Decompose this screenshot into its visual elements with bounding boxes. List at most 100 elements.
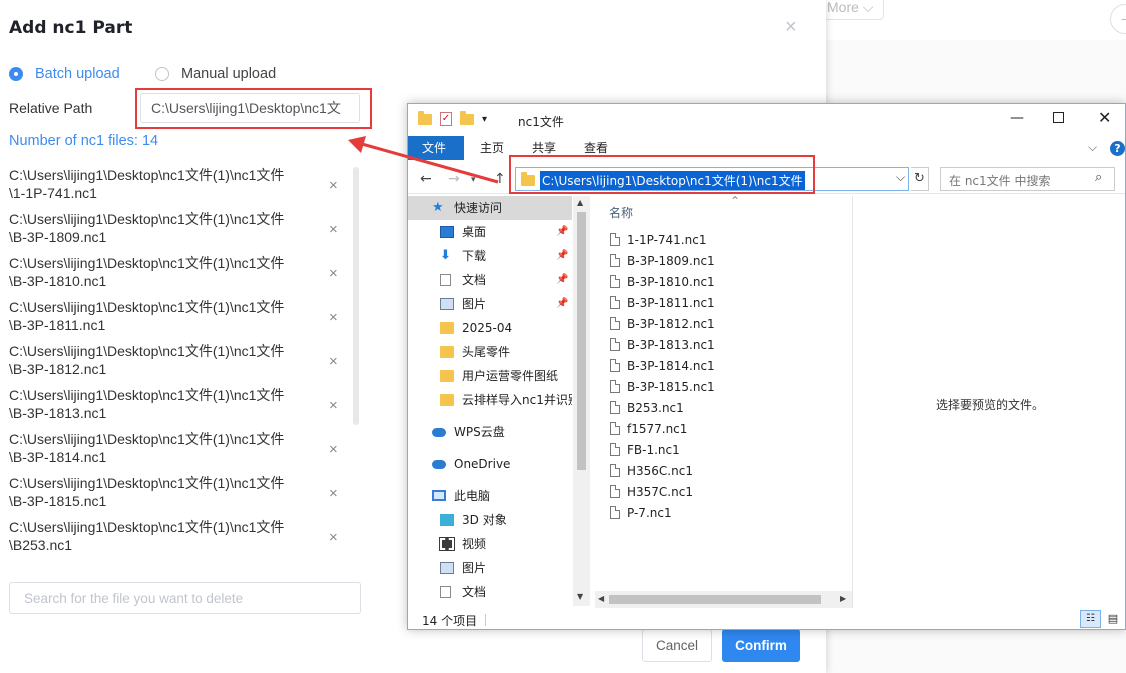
- tab-file[interactable]: 文件: [408, 136, 464, 160]
- remove-file-icon[interactable]: ×: [329, 353, 338, 371]
- nav-item[interactable]: 图片: [408, 556, 572, 580]
- scroll-left-arrow-icon[interactable]: ◀: [598, 594, 604, 603]
- navigation-pane-scrollbar[interactable]: ▲ ▼: [573, 196, 590, 606]
- remove-file-icon[interactable]: ×: [329, 441, 338, 459]
- file-path-line: \1-1P-741.nc1: [9, 185, 97, 201]
- pin-icon[interactable]: 📌: [556, 220, 568, 244]
- remove-file-icon[interactable]: ×: [329, 529, 338, 547]
- maximize-button[interactable]: [1053, 112, 1064, 123]
- radio-indicator: [9, 67, 23, 81]
- pin-icon[interactable]: 📌: [556, 244, 568, 268]
- nav-item[interactable]: ★ 快速访问: [408, 196, 572, 220]
- file-path: C:\Users\lijing1\Desktop\nc1文件(1)\nc1文件 \…: [9, 474, 314, 510]
- remove-file-icon[interactable]: ×: [329, 221, 338, 239]
- pin-icon[interactable]: 📌: [556, 292, 568, 316]
- collapse-circle-button[interactable]: −: [1110, 4, 1126, 34]
- nav-item[interactable]: 云排样导入nc1并识别: [408, 388, 572, 412]
- pictures-icon: [440, 298, 454, 310]
- nav-item[interactable]: 此电脑: [408, 484, 572, 508]
- remove-file-icon[interactable]: ×: [329, 309, 338, 327]
- nav-item[interactable]: 3D 对象: [408, 508, 572, 532]
- remove-file-icon[interactable]: ×: [329, 485, 338, 503]
- file-item[interactable]: H356C.nc1: [610, 461, 693, 482]
- file-item[interactable]: B-3P-1813.nc1: [610, 335, 715, 356]
- file-item[interactable]: P-7.nc1: [610, 503, 672, 524]
- file-path-line: C:\Users\lijing1\Desktop\nc1文件(1)\nc1文件: [9, 299, 285, 315]
- nav-item-label: 下载: [462, 249, 487, 263]
- expand-ribbon-icon[interactable]: ⌵: [1088, 140, 1097, 155]
- nav-item[interactable]: OneDrive: [408, 452, 572, 476]
- scroll-right-arrow-icon[interactable]: ▶: [840, 594, 846, 603]
- nav-item[interactable]: 桌面 📌: [408, 220, 572, 244]
- file-icon: [610, 254, 620, 267]
- file-path-line: C:\Users\lijing1\Desktop\nc1文件(1)\nc1文件: [9, 431, 285, 447]
- file-item[interactable]: B-3P-1810.nc1: [610, 272, 715, 293]
- nav-item[interactable]: 2025-04: [408, 316, 572, 340]
- up-arrow-icon[interactable]: ↑: [494, 171, 506, 187]
- file-item[interactable]: B-3P-1814.nc1: [610, 356, 715, 377]
- list-item: C:\Users\lijing1\Desktop\nc1文件(1)\nc1文件 \…: [9, 430, 344, 474]
- file-item[interactable]: B-3P-1815.nc1: [610, 377, 715, 398]
- file-item[interactable]: 1-1P-741.nc1: [610, 230, 706, 251]
- file-item[interactable]: H357C.nc1: [610, 482, 693, 503]
- remove-file-icon[interactable]: ×: [329, 177, 338, 195]
- file-item[interactable]: B253.nc1: [610, 398, 684, 419]
- close-icon[interactable]: ×: [785, 16, 797, 39]
- document-icon: [440, 586, 451, 598]
- file-list-scrollbar[interactable]: [353, 167, 359, 425]
- confirm-button[interactable]: Confirm: [722, 629, 800, 662]
- help-icon[interactable]: ?: [1110, 141, 1125, 156]
- 3d-objects-icon: [440, 514, 454, 526]
- file-path-line: \B-3P-1815.nc1: [9, 493, 107, 509]
- column-header-name[interactable]: 名称: [609, 204, 633, 221]
- nav-item-label: 头尾零件: [462, 345, 511, 359]
- file-item[interactable]: FB-1.nc1: [610, 440, 680, 461]
- nav-item[interactable]: WPS云盘: [408, 420, 572, 444]
- file-item[interactable]: B-3P-1811.nc1: [610, 293, 715, 314]
- file-name: H356C.nc1: [627, 464, 693, 478]
- file-item[interactable]: f1577.nc1: [610, 419, 687, 440]
- folder-search-box[interactable]: 在 nc1文件 中搜索 ⌕: [940, 167, 1115, 191]
- minimize-button[interactable]: —: [1010, 110, 1024, 126]
- window-close-button[interactable]: ✕: [1098, 108, 1111, 127]
- scroll-thumb[interactable]: [577, 212, 586, 470]
- remove-file-icon[interactable]: ×: [329, 265, 338, 283]
- nav-item[interactable]: 文档: [408, 580, 572, 604]
- large-icons-view-icon[interactable]: ▤: [1105, 611, 1121, 627]
- file-item[interactable]: B-3P-1812.nc1: [610, 314, 715, 335]
- file-item[interactable]: B-3P-1809.nc1: [610, 251, 715, 272]
- nav-item[interactable]: 头尾零件: [408, 340, 572, 364]
- modal-title: Add nc1 Part: [9, 18, 133, 38]
- document-icon: [440, 274, 451, 286]
- new-folder-icon[interactable]: [460, 110, 474, 125]
- customize-toolbar-icon[interactable]: ▾: [482, 114, 487, 125]
- refresh-icon[interactable]: ↻: [911, 167, 929, 191]
- nav-item[interactable]: 图片 📌: [408, 292, 572, 316]
- nav-item[interactable]: 文档 📌: [408, 268, 572, 292]
- file-path-line: \B-3P-1813.nc1: [9, 405, 107, 421]
- recent-locations-chevron-icon[interactable]: ▾: [471, 175, 476, 185]
- details-view-icon[interactable]: ☷: [1080, 610, 1101, 628]
- pin-icon[interactable]: 📌: [556, 268, 568, 292]
- properties-icon[interactable]: ✓: [440, 112, 452, 126]
- scroll-up-arrow-icon[interactable]: ▲: [577, 198, 583, 207]
- forward-arrow-icon[interactable]: →: [448, 171, 460, 187]
- list-item: C:\Users\lijing1\Desktop\nc1文件(1)\nc1文件 \…: [9, 342, 344, 386]
- nav-item[interactable]: 视频: [408, 532, 572, 556]
- nav-item[interactable]: ⬇ 下载 📌: [408, 244, 572, 268]
- remove-file-icon[interactable]: ×: [329, 397, 338, 415]
- nav-item[interactable]: 用户运营零件图纸: [408, 364, 572, 388]
- scroll-down-arrow-icon[interactable]: ▼: [577, 592, 583, 601]
- manual-upload-radio[interactable]: Manual upload: [155, 66, 276, 82]
- address-history-chevron-icon[interactable]: ⌵: [896, 170, 905, 185]
- delete-search-input[interactable]: [9, 582, 361, 614]
- more-button[interactable]: More ⌵: [816, 0, 885, 20]
- batch-upload-radio[interactable]: Batch upload: [9, 66, 120, 82]
- folder-icon: [440, 394, 454, 406]
- relative-path-label: Relative Path: [9, 100, 93, 116]
- back-arrow-icon[interactable]: ←: [420, 171, 432, 187]
- horizontal-scrollbar[interactable]: ◀ ▶: [595, 591, 852, 608]
- cancel-button[interactable]: Cancel: [642, 629, 712, 662]
- scroll-thumb[interactable]: [609, 595, 821, 604]
- preview-divider[interactable]: [852, 196, 853, 608]
